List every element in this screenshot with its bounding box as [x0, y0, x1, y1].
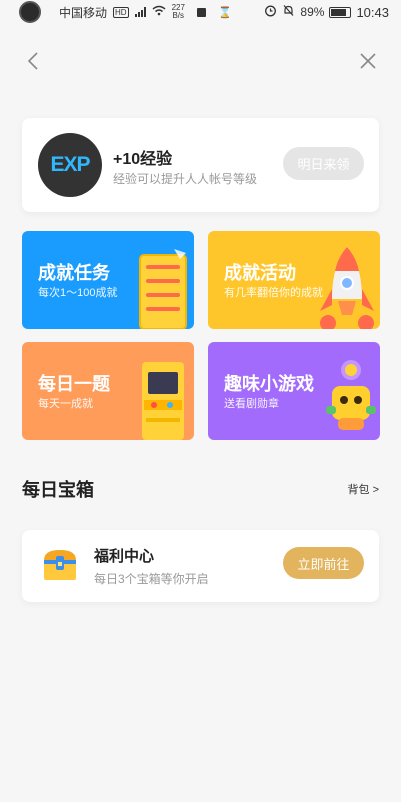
tile-title: 成就活动	[224, 263, 296, 283]
exp-subtitle: 经验可以提升人人帐号等级	[113, 172, 258, 186]
tile-subtitle: 每次1～100成就	[38, 287, 118, 299]
status-bar: 中国移动 HD 227 B/s ⌛ 89% 10:43	[0, 0, 401, 24]
hd-badge: HD	[113, 6, 129, 18]
hourglass-icon: ⌛	[217, 6, 232, 19]
exp-title: +10经验	[113, 151, 173, 168]
carrier-label: 中国移动	[59, 5, 108, 20]
tile-subtitle: 有几率翻倍你的成就	[224, 287, 323, 299]
notification-icon	[196, 7, 206, 17]
close-icon	[360, 53, 376, 69]
tile-daily-question[interactable]: 每日一题 每天一成就	[22, 342, 194, 440]
game-robot-icon	[326, 360, 376, 430]
wifi-icon	[152, 5, 166, 19]
battery-percent: 89%	[300, 5, 325, 19]
battery-icon	[329, 6, 352, 18]
backpack-link[interactable]: 背包 >	[348, 481, 379, 497]
signal-icon	[134, 7, 146, 17]
tile-mini-games[interactable]: 趣味小游戏 送看剧勋章	[208, 342, 380, 440]
treasure-chest-icon	[44, 550, 76, 580]
arcade-machine-icon	[142, 362, 184, 440]
profile-avatar	[19, 1, 41, 23]
welfare-title: 福利中心	[94, 548, 155, 565]
section-title-daily-box: 每日宝箱	[22, 480, 94, 500]
cabinet-icon	[139, 249, 187, 329]
network-speed: 227 B/s	[171, 3, 185, 20]
welfare-card: 福利中心 每日3个宝箱等你开启 立即前往	[22, 530, 379, 602]
rocket-icon	[320, 247, 374, 329]
claim-tomorrow-button[interactable]: 明日来领	[283, 147, 364, 180]
welfare-subtitle: 每日3个宝箱等你开启	[94, 572, 209, 586]
tile-title: 每日一题	[38, 374, 110, 394]
tile-title: 趣味小游戏	[224, 374, 314, 394]
alarm-icon	[264, 4, 277, 20]
close-button[interactable]	[355, 48, 381, 74]
tile-achievement-activity[interactable]: 成就活动 有几率翻倍你的成就	[208, 231, 380, 329]
back-button[interactable]	[20, 48, 46, 74]
go-now-button[interactable]: 立即前往	[283, 547, 364, 579]
tile-achievement-task[interactable]: 成就任务 每次1～100成就	[22, 231, 194, 329]
chevron-left-icon	[27, 52, 38, 70]
exp-badge-icon: EXP	[38, 133, 102, 197]
tile-subtitle: 每天一成就	[38, 398, 93, 410]
tile-title: 成就任务	[38, 263, 110, 283]
clock: 10:43	[356, 4, 389, 20]
tile-subtitle: 送看剧勋章	[224, 398, 279, 410]
exp-card: EXP +10经验 经验可以提升人人帐号等级 明日来领	[22, 118, 379, 212]
mute-icon	[282, 4, 295, 20]
